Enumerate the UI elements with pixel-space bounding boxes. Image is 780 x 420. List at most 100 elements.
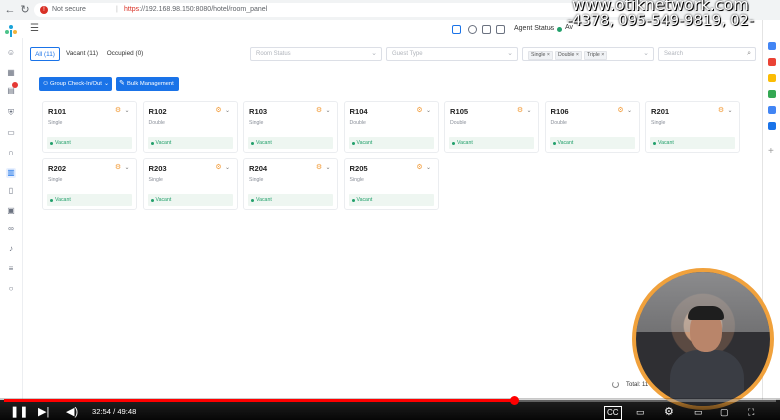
extension-icon[interactable] <box>768 122 776 130</box>
room-action-icon[interactable]: ⚙ <box>114 107 122 115</box>
group-check-button[interactable]: ☺ Group Check-In/Out ⌄ <box>39 77 112 91</box>
help-icon[interactable] <box>468 25 477 34</box>
bulk-management-label: Bulk Management <box>127 81 174 87</box>
room-card[interactable]: R101 ⚙ ⌄ Single Vacant <box>42 101 137 153</box>
theater-icon[interactable]: ▭ <box>694 406 703 418</box>
chevron-down-icon[interactable]: ⌄ <box>224 164 232 172</box>
document-icon[interactable]: ▯ <box>6 186 16 196</box>
chevron-down-icon[interactable]: ⌄ <box>123 164 131 172</box>
volume-icon[interactable]: ◀) <box>66 406 78 418</box>
extension-icon[interactable] <box>768 90 776 98</box>
back-icon[interactable]: ← <box>4 4 16 16</box>
guest-type-select[interactable]: Guest Type ⌄ <box>386 47 518 61</box>
voicemail-icon[interactable]: ∞ <box>6 224 16 234</box>
captions-icon[interactable]: CC <box>604 406 622 420</box>
room-action-icon[interactable]: ⚙ <box>315 107 323 115</box>
chart-icon[interactable]: ▣ <box>6 206 16 216</box>
monitor-icon[interactable]: ▭ <box>6 128 16 138</box>
menu-toggle-icon[interactable]: ☰ <box>30 23 39 35</box>
room-action-icon[interactable]: ⚙ <box>215 107 223 115</box>
chat-icon[interactable]: ○ <box>6 284 16 294</box>
chevron-down-icon[interactable]: ⌄ <box>123 107 131 115</box>
room-action-icon[interactable]: ⚙ <box>315 164 323 172</box>
calendar-icon[interactable]: ▦ <box>6 68 16 78</box>
room-card[interactable]: R202 ⚙ ⌄ Single Vacant <box>42 158 137 210</box>
room-card[interactable]: R201 ⚙ ⌄ Single Vacant <box>645 101 740 153</box>
shield-icon[interactable]: ⛨ <box>6 108 16 118</box>
reload-icon[interactable]: ↻ <box>19 4 31 16</box>
room-action-icon[interactable]: ⚙ <box>516 107 524 115</box>
chevron-down-icon[interactable]: ⌄ <box>324 107 332 115</box>
url-rest: ://192.168.98.150:8080/hotel/room_panel <box>139 6 268 13</box>
room-type-tag[interactable]: Single × <box>528 51 553 60</box>
bulk-management-button[interactable]: ✎ Bulk Management <box>116 77 179 91</box>
room-status-badge: Vacant <box>47 137 132 149</box>
room-action-icon[interactable]: ⚙ <box>215 164 223 172</box>
chevron-down-icon[interactable]: ⌄ <box>626 107 634 115</box>
room-number: R204 <box>249 164 268 173</box>
room-status-badge: Vacant <box>147 194 233 206</box>
extension-icon[interactable] <box>768 106 776 114</box>
room-number: R203 <box>148 164 167 173</box>
tab-vacant[interactable]: Vacant (11) <box>64 47 100 61</box>
agent-status-dot <box>557 27 562 32</box>
room-card[interactable]: R106 ⚙ ⌄ Double Vacant <box>544 101 640 153</box>
room-action-icon[interactable]: ⚙ <box>114 164 122 172</box>
extension-icon[interactable] <box>768 74 776 82</box>
chevron-down-icon[interactable]: ⌄ <box>425 107 433 115</box>
extension-icon[interactable] <box>768 58 776 66</box>
notification-icon[interactable]: ▤ <box>6 82 18 96</box>
status-dot <box>50 199 53 202</box>
fullscreen-icon[interactable]: ⛶ <box>748 406 754 418</box>
not-secure-icon: ! <box>40 6 48 14</box>
room-card[interactable]: R105 ⚙ ⌄ Double Vacant <box>444 101 539 153</box>
add-icon[interactable]: + <box>768 146 774 157</box>
next-icon[interactable]: ▶| <box>38 406 49 418</box>
room-status-select[interactable]: Room Status ⌄ <box>250 47 382 61</box>
mic-icon[interactable]: ♪ <box>6 244 16 254</box>
headset-icon[interactable]: ∩ <box>6 148 16 158</box>
room-card[interactable]: R203 ⚙ ⌄ Single Vacant <box>142 158 238 210</box>
list-icon[interactable]: ≡ <box>6 264 16 274</box>
chevron-down-icon[interactable]: ⌄ <box>525 107 533 115</box>
url-text: https://192.168.98.150:8080/hotel/room_p… <box>124 3 267 17</box>
tab-occupied[interactable]: Occupied (0) <box>104 47 146 61</box>
room-card[interactable]: R205 ⚙ ⌄ Single Vacant <box>343 158 439 210</box>
room-panel-icon[interactable]: ▥ <box>6 168 16 178</box>
chevron-down-icon[interactable]: ⌄ <box>224 107 232 115</box>
room-card[interactable]: R204 ⚙ ⌄ Single Vacant <box>243 158 338 210</box>
room-card[interactable]: R104 ⚙ ⌄ Double Vacant <box>343 101 439 153</box>
video-scrubber-handle[interactable] <box>509 396 519 405</box>
group-icon: ☺ <box>42 80 50 87</box>
room-type-tag[interactable]: Triple × <box>584 51 608 60</box>
tab-all[interactable]: All (11) <box>30 47 60 61</box>
users-icon[interactable]: ☺ <box>6 48 16 58</box>
video-progress-bar[interactable] <box>4 396 776 405</box>
chevron-down-icon[interactable]: ⌄ <box>425 164 433 172</box>
window-icon[interactable] <box>496 25 505 34</box>
chevron-down-icon[interactable]: ⌄ <box>726 107 734 115</box>
extension-icon[interactable] <box>768 42 776 50</box>
image-icon[interactable] <box>482 25 491 34</box>
search-input[interactable]: Search ⌕ <box>658 47 756 61</box>
room-type: Double <box>349 120 366 126</box>
room-type-select[interactable]: Single × Double × Triple × ⌄ <box>522 47 654 61</box>
miniplayer-icon[interactable]: ▭ <box>636 406 645 418</box>
room-action-icon[interactable]: ⚙ <box>416 107 424 115</box>
settings-icon[interactable]: ⚙ <box>664 406 674 418</box>
room-status-placeholder: Room Status <box>256 51 291 57</box>
room-number: R103 <box>249 107 268 116</box>
room-action-icon[interactable]: ⚙ <box>617 107 625 115</box>
chevron-down-icon[interactable]: ⌄ <box>324 164 332 172</box>
room-number: R205 <box>349 164 368 173</box>
room-card[interactable]: R102 ⚙ ⌄ Double Vacant <box>142 101 238 153</box>
grid-view-icon[interactable] <box>452 25 461 34</box>
room-card[interactable]: R103 ⚙ ⌄ Single Vacant <box>243 101 338 153</box>
room-type-tag[interactable]: Double × <box>555 51 582 60</box>
room-action-icon[interactable]: ⚙ <box>717 107 725 115</box>
room-action-icon[interactable]: ⚙ <box>416 164 424 172</box>
pause-icon[interactable]: ❚❚ <box>10 406 28 418</box>
cast-icon[interactable]: ▢ <box>720 406 729 418</box>
refresh-icon[interactable] <box>612 381 619 388</box>
sidebar: ☺ ▦ ▤ ⛨ ▭ ∩ ▥ ▯ ▣ ∞ ♪ ≡ ○ <box>0 20 23 400</box>
